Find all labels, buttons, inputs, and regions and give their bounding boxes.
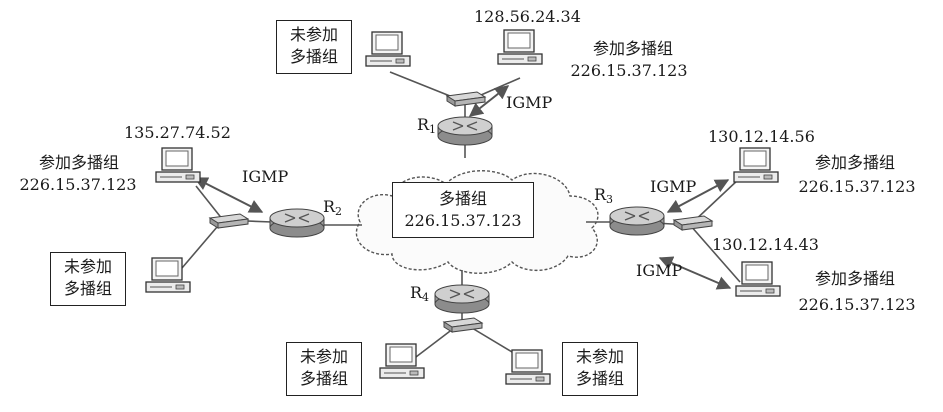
host-bottom-right-line1: 未参加 — [575, 347, 624, 366]
host-left-top-group: 226.15.37.123 — [19, 175, 137, 194]
multicast-group-address: 226.15.37.123 — [404, 211, 522, 230]
computer-bottom-right — [505, 349, 551, 385]
host-right-bottom-ip: 130.12.14.43 — [712, 235, 819, 254]
host-right-top-ip: 130.12.14.56 — [708, 127, 815, 146]
computer-right-bottom — [735, 261, 781, 297]
igmp-label-right-bottom: IGMP — [636, 261, 683, 280]
computer-bottom-left — [379, 343, 425, 379]
igmp-label-right-top: IGMP — [650, 177, 697, 196]
router-r2-label: R2 — [323, 197, 343, 219]
switch-right — [673, 215, 713, 231]
host-bottom-right-status-box: 未参加 多播组 — [562, 342, 638, 396]
multicast-group-box: 多播组 226.15.37.123 — [392, 182, 534, 238]
switch-top — [446, 91, 486, 107]
switch-left — [209, 213, 249, 229]
computer-right-top — [733, 147, 779, 183]
host-bottom-left-line2: 多播组 — [299, 369, 348, 388]
router-r1-label: R1 — [417, 115, 437, 137]
router-r3 — [609, 206, 665, 236]
router-r2 — [269, 208, 325, 238]
computer-left-top — [155, 147, 201, 183]
host-right-top-status: 参加多播组 — [814, 153, 895, 172]
host-left-top-status: 参加多播组 — [38, 153, 119, 172]
router-r3-label: R3 — [594, 185, 614, 207]
host-left-top-ip: 135.27.74.52 — [124, 123, 231, 142]
host-bottom-right-line2: 多播组 — [575, 369, 624, 388]
host-right-bottom-status: 参加多播组 — [814, 269, 895, 288]
router-r4-label: R4 — [410, 283, 430, 305]
host-top-right-group: 226.15.37.123 — [570, 61, 688, 80]
host-top-left-line1: 未参加 — [289, 25, 338, 44]
host-left-bottom-line2: 多播组 — [63, 279, 112, 298]
router-r4 — [434, 284, 490, 314]
host-top-left-line2: 多播组 — [289, 47, 338, 66]
host-top-right-ip: 128.56.24.34 — [474, 7, 581, 26]
host-top-left-status-box: 未参加 多播组 — [276, 20, 352, 74]
host-left-bottom-status-box: 未参加 多播组 — [50, 252, 126, 306]
host-bottom-left-line1: 未参加 — [299, 347, 348, 366]
computer-left-bottom — [145, 257, 191, 293]
host-right-bottom-group: 226.15.37.123 — [798, 295, 916, 314]
igmp-label-left: IGMP — [242, 167, 289, 186]
computer-top-left — [365, 31, 411, 67]
host-left-bottom-line1: 未参加 — [63, 257, 112, 276]
host-top-right-status: 参加多播组 — [592, 39, 673, 58]
router-r1 — [437, 116, 493, 146]
host-right-top-group: 226.15.37.123 — [798, 177, 916, 196]
igmp-label-top: IGMP — [506, 93, 553, 112]
multicast-group-title: 多播组 — [438, 189, 487, 208]
computer-top-right — [497, 29, 543, 65]
host-bottom-left-status-box: 未参加 多播组 — [286, 342, 362, 396]
